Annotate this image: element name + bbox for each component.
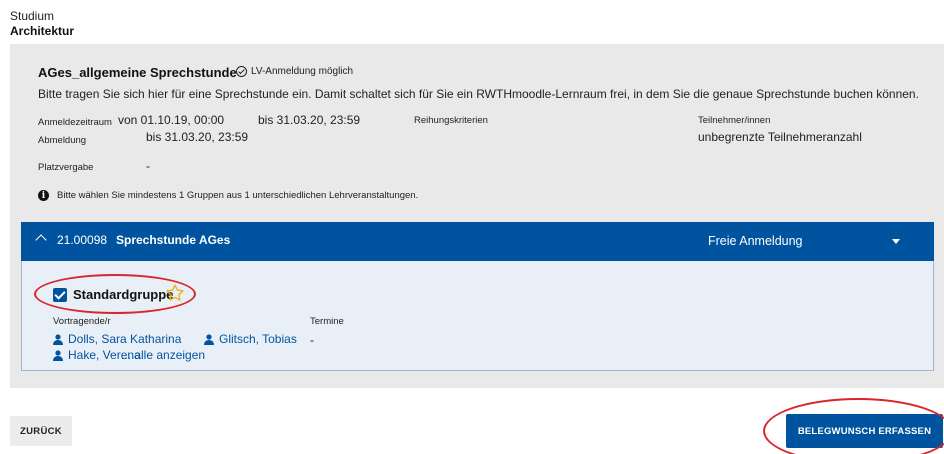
person-icon xyxy=(204,333,214,345)
lecturer-name[interactable]: Dolls, Sara Katharina xyxy=(68,332,181,346)
participants-value: unbegrenzte Teilnehmeranzahl xyxy=(698,130,862,144)
caret-down-icon[interactable] xyxy=(892,239,900,244)
group-header[interactable]: 21.00098 Sprechstunde AGes Freie Anmeldu… xyxy=(21,222,934,261)
person-icon xyxy=(53,333,63,345)
allocation-label: Platzvergabe xyxy=(38,162,94,173)
star-icon[interactable] xyxy=(165,283,185,303)
check-circle-icon xyxy=(236,66,247,77)
standardgruppe-checkbox[interactable] xyxy=(53,288,67,302)
course-description: Bitte tragen Sie sich hier für eine Spre… xyxy=(38,87,919,101)
badge-text: LV-Anmeldung möglich xyxy=(251,66,354,77)
program-title: Architektur xyxy=(10,24,75,38)
ranking-label: Reihungskriterien xyxy=(414,115,488,126)
course-title: AGes_allgemeine Sprechstunde xyxy=(38,65,237,80)
selection-hint-text: Bitte wählen Sie mindestens 1 Gruppen au… xyxy=(57,190,419,201)
submit-request-button[interactable]: BELEGWUNSCH ERFASSEN xyxy=(786,414,943,448)
deregistration-value: bis 31.03.20, 23:59 xyxy=(146,130,249,144)
lecturer-link[interactable]: Dolls, Sara Katharina xyxy=(53,332,181,346)
group-number: 21.00098 xyxy=(57,233,108,247)
info-icon: i xyxy=(38,190,49,201)
lecturer-link[interactable]: Glitsch, Tobias xyxy=(204,332,297,346)
group-title: Sprechstunde AGes xyxy=(116,233,231,247)
period-from: von 01.10.19, 00:00 xyxy=(118,113,225,127)
period-to: bis 31.03.20, 23:59 xyxy=(258,113,361,127)
chevron-up-icon[interactable] xyxy=(35,234,47,246)
registration-possible-badge: LV-Anmeldung möglich xyxy=(236,66,353,77)
lecturer-name[interactable]: Glitsch, Tobias xyxy=(219,332,297,346)
group-status: Freie Anmeldung xyxy=(708,234,803,248)
back-button[interactable]: ZURÜCK xyxy=(10,416,72,446)
selection-hint: i Bitte wählen Sie mindestens 1 Gruppen … xyxy=(38,190,418,201)
allocation-value: - xyxy=(146,159,150,173)
participants-label: Teilnehmer/innen xyxy=(698,115,771,126)
show-all-lecturers-link[interactable]: ... alle anzeigen xyxy=(121,348,205,362)
dates-label: Termine xyxy=(310,316,344,327)
period-label: Anmeldezeitraum xyxy=(38,117,112,128)
group-name: Standardgruppe xyxy=(73,287,174,302)
breadcrumb-studium: Studium xyxy=(10,9,55,23)
lecturers-label: Vortragende/r xyxy=(53,316,111,327)
deregistration-label: Abmeldung xyxy=(38,135,87,146)
person-icon xyxy=(53,349,63,361)
dates-value: - xyxy=(310,333,314,347)
